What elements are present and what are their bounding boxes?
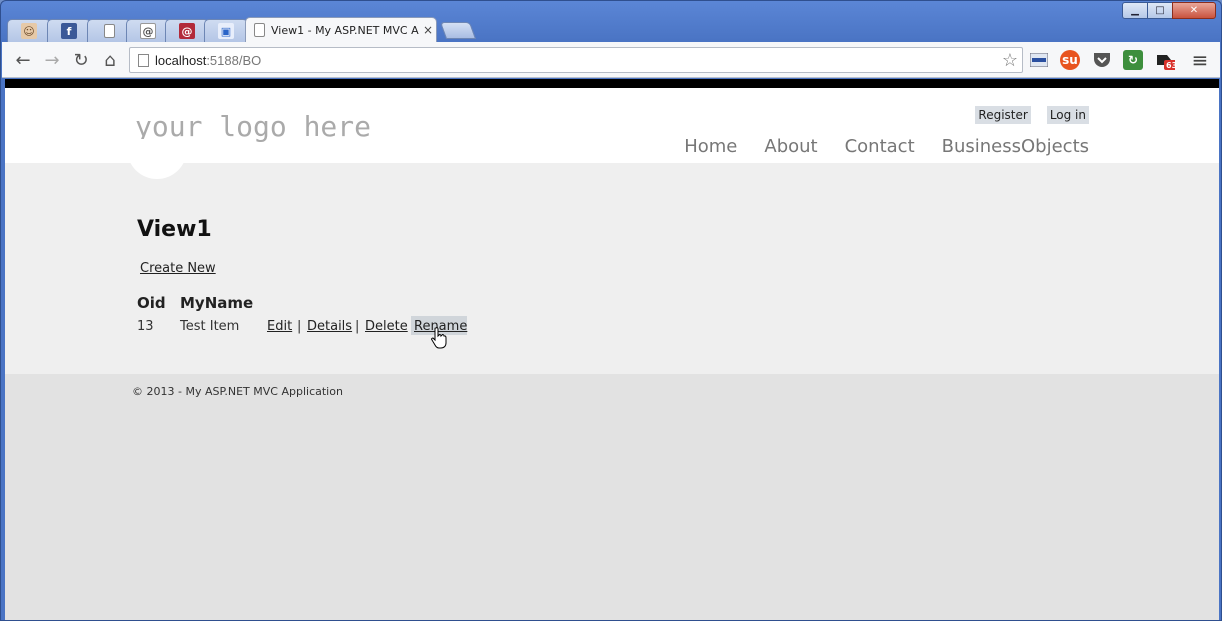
pocket-icon[interactable] bbox=[1092, 50, 1112, 70]
reload-icon[interactable]: ↻ bbox=[70, 49, 92, 71]
refresh-extension-icon[interactable]: ↻ bbox=[1123, 50, 1143, 70]
at-sign-favicon-icon: @ bbox=[140, 23, 156, 39]
address-bar[interactable]: localhost:5188/BO ☆ bbox=[129, 47, 1023, 73]
action-separator: | bbox=[297, 319, 302, 334]
delete-link[interactable]: Delete bbox=[365, 319, 408, 334]
tab-5[interactable]: @ bbox=[165, 19, 209, 42]
menu-businessobjects[interactable]: BusinessObjects bbox=[942, 136, 1089, 157]
bookmark-star-icon[interactable]: ☆ bbox=[1002, 50, 1018, 71]
tab-2[interactable]: f bbox=[47, 19, 91, 42]
extension-bar-icon[interactable] bbox=[1029, 50, 1049, 70]
page-viewport: your logo here Register Log in Home Abou… bbox=[5, 79, 1219, 620]
details-link[interactable]: Details bbox=[307, 319, 352, 334]
menu-home[interactable]: Home bbox=[684, 136, 737, 157]
tab-1[interactable]: ☺ bbox=[7, 19, 51, 42]
cell-myname: Test Item bbox=[180, 319, 240, 334]
tab-active-view1[interactable]: View1 - My ASP.NET MVC Ap × bbox=[245, 17, 437, 42]
close-tab-icon[interactable]: × bbox=[423, 23, 433, 37]
action-separator: | bbox=[355, 319, 360, 334]
at-red-favicon-icon: @ bbox=[179, 23, 195, 39]
menu-about[interactable]: About bbox=[764, 136, 817, 157]
page-favicon-icon bbox=[254, 23, 265, 37]
url-path: :5188/BO bbox=[206, 52, 262, 68]
forward-icon[interactable]: → bbox=[41, 49, 63, 71]
tab-strip: ☺ f @ @ ▣ View1 - My ASP.NET MVC Ap × bbox=[7, 17, 1217, 42]
site-footer: © 2013 - My ASP.NET MVC Application bbox=[5, 374, 1219, 620]
stumbleupon-icon[interactable]: su bbox=[1060, 50, 1080, 70]
menu-contact[interactable]: Contact bbox=[845, 136, 915, 157]
facebook-favicon-icon: f bbox=[61, 23, 77, 39]
register-link[interactable]: Register bbox=[975, 106, 1031, 124]
tab-3[interactable] bbox=[87, 19, 131, 42]
tab-4[interactable]: @ bbox=[126, 19, 170, 42]
active-tab-title: View1 - My ASP.NET MVC Ap bbox=[271, 23, 419, 37]
page-icon bbox=[138, 53, 149, 67]
tab-6[interactable]: ▣ bbox=[204, 19, 248, 42]
blank-page-favicon-icon bbox=[103, 24, 115, 38]
copyright-text: © 2013 - My ASP.NET MVC Application bbox=[132, 385, 343, 398]
main-content: View1 Create New Oid MyName 13 Test Item… bbox=[5, 163, 1219, 374]
site-header: your logo here Register Log in Home Abou… bbox=[5, 88, 1219, 163]
edit-link[interactable]: Edit bbox=[267, 319, 292, 334]
top-black-bar bbox=[5, 79, 1219, 88]
login-link[interactable]: Log in bbox=[1046, 106, 1089, 124]
back-icon[interactable]: ← bbox=[12, 49, 34, 71]
cell-oid: 13 bbox=[137, 319, 154, 334]
main-menu: Home About Contact BusinessObjects bbox=[684, 136, 1089, 157]
create-new-link[interactable]: Create New bbox=[140, 261, 216, 276]
url-host: localhost bbox=[155, 52, 207, 68]
column-header-oid: Oid bbox=[137, 294, 166, 312]
home-icon[interactable]: ⌂ bbox=[99, 49, 121, 71]
new-tab-button[interactable] bbox=[439, 22, 477, 39]
hand-cursor-icon bbox=[431, 327, 447, 349]
notification-extension-icon[interactable]: 63 bbox=[1155, 50, 1178, 70]
browser-menu-icon[interactable]: ≡ bbox=[1189, 48, 1211, 72]
page-title: View1 bbox=[137, 217, 212, 242]
browser-window: ▁ □ ✕ ☺ f @ @ ▣ View1 - My ASP.NET MVC A… bbox=[0, 0, 1222, 621]
column-header-myname: MyName bbox=[180, 294, 254, 312]
app-favicon-icon: ▣ bbox=[218, 23, 234, 39]
person-favicon-icon: ☺ bbox=[21, 23, 37, 39]
browser-toolbar: ← → ↻ ⌂ localhost:5188/BO ☆ su ↻ 63 ≡ bbox=[2, 42, 1220, 78]
login-area: Register Log in bbox=[975, 106, 1089, 124]
badge-count: 63 bbox=[1166, 61, 1178, 70]
